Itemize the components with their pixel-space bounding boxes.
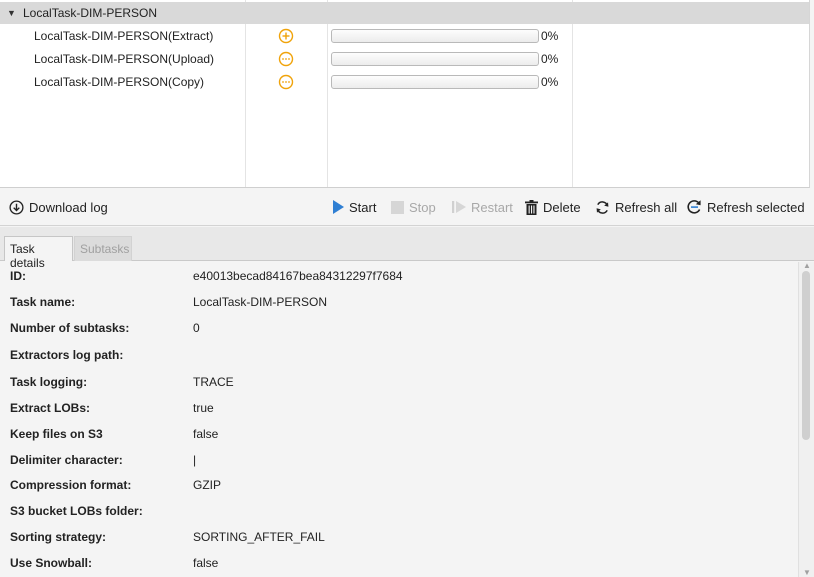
refresh-selected-button[interactable]: Refresh selected [686,198,805,216]
detail-value[interactable]: false [193,427,218,441]
detail-key: Compression format: [10,478,132,492]
refresh-all-button[interactable]: Refresh all [595,198,677,216]
plus-circle-icon [278,28,294,44]
scroll-up-arrow-icon[interactable]: ▲ [803,261,811,270]
subtask-row-copy[interactable]: LocalTask-DIM-PERSON(Copy) 0% [0,71,809,94]
scroll-down-arrow-icon[interactable]: ▼ [803,568,811,577]
progress-percent: 0% [541,52,559,66]
detail-row: S3 bucket LOBs folder: [0,501,798,521]
delete-label: Delete [543,199,581,215]
subtask-row-upload[interactable]: LocalTask-DIM-PERSON(Upload) 0% [0,48,809,71]
restart-button[interactable]: Restart [452,198,513,216]
start-button[interactable]: Start [332,198,376,216]
detail-value[interactable]: GZIP [193,478,221,492]
detail-value[interactable]: false [193,556,218,570]
start-label: Start [349,199,377,215]
detail-key: Extractors log path: [10,348,124,362]
dots-circle-icon [278,74,294,90]
detail-row: Keep files on S3 false [0,424,798,444]
refresh-all-label: Refresh all [615,199,678,215]
detail-row: Use Snowball: false [0,553,798,573]
expand-triangle-icon[interactable]: ▼ [7,8,16,18]
detail-row: ID: e40013becad84167bea84312297f7684 [0,266,798,286]
detail-key: Extract LOBs: [10,401,91,415]
detail-value[interactable]: true [193,401,214,415]
tab-task-details[interactable]: Task details [4,236,73,270]
refresh-icon [596,200,609,214]
detail-row: Task logging: TRACE [0,372,798,392]
download-log-button[interactable]: Download log [9,198,108,216]
progress-bar [331,52,539,66]
subtask-row-extract[interactable]: LocalTask-DIM-PERSON(Extract) 0% [0,25,809,48]
detail-key: Keep files on S3 [10,427,103,441]
dots-circle-icon [278,51,294,67]
task-details-panel: ID: e40013becad84167bea84312297f7684 Task … [0,262,798,577]
refresh-selected-icon [687,200,701,214]
play-icon [333,200,344,214]
detail-key: ID: [10,269,26,283]
detail-value[interactable]: LocalTask-DIM-PERSON [193,295,327,309]
stop-label: Stop [409,199,436,215]
scrollbar-thumb[interactable] [802,271,810,440]
detail-row: Task name: LocalTask-DIM-PERSON [0,292,798,312]
details-scrollbar[interactable]: ▲ ▼ [798,261,814,577]
task-toolbar: Download log Start Stop Restart Delete R… [0,188,814,226]
download-log-label: Download log [29,199,108,215]
detail-row: Extractors log path: [0,345,798,365]
detail-value[interactable]: e40013becad84167bea84312297f7684 [193,269,403,283]
detail-key: S3 bucket LOBs folder: [10,504,143,518]
tab-subtasks[interactable]: Subtasks [74,236,132,261]
progress-percent: 0% [541,29,559,43]
refresh-selected-label: Refresh selected [707,199,805,215]
detail-key: Task logging: [10,375,88,389]
detail-row: Extract LOBs: true [0,398,798,418]
progress-percent: 0% [541,75,559,89]
task-tree[interactable]: ▼ LocalTask-DIM-PERSON LocalTask-DIM-PER… [0,0,810,188]
detail-key: Sorting strategy: [10,530,107,544]
subtask-name: LocalTask-DIM-PERSON(Upload) [34,52,215,66]
progress-bar [331,75,539,89]
restart-icon [452,201,466,213]
detail-value[interactable]: 0 [193,321,200,335]
tree-group-label: LocalTask-DIM-PERSON [23,6,158,20]
details-tab-bar: Task details Subtasks [0,227,814,270]
restart-label: Restart [471,199,513,215]
detail-row: Number of subtasks: 0 [0,318,798,338]
detail-key: Task name: [10,295,76,309]
download-circle-icon [9,199,24,215]
delete-button[interactable]: Delete [525,198,581,216]
trash-icon [525,199,538,215]
tree-group-row[interactable]: ▼ LocalTask-DIM-PERSON [0,2,809,24]
detail-key: Delimiter character: [10,453,123,467]
progress-bar [331,29,539,43]
detail-value[interactable]: SORTING_AFTER_FAIL [193,530,325,544]
detail-key: Number of subtasks: [10,321,130,335]
detail-value[interactable]: TRACE [193,375,234,389]
subtask-name: LocalTask-DIM-PERSON(Copy) [34,75,205,89]
detail-row: Sorting strategy: SORTING_AFTER_FAIL [0,527,798,547]
stop-button[interactable]: Stop [391,198,436,216]
subtask-name: LocalTask-DIM-PERSON(Extract) [34,29,214,43]
detail-key: Use Snowball: [10,556,93,570]
detail-row: Delimiter character: | [0,450,798,470]
stop-icon [391,200,404,214]
detail-value[interactable]: | [193,453,196,467]
detail-row: Compression format: GZIP [0,475,798,495]
